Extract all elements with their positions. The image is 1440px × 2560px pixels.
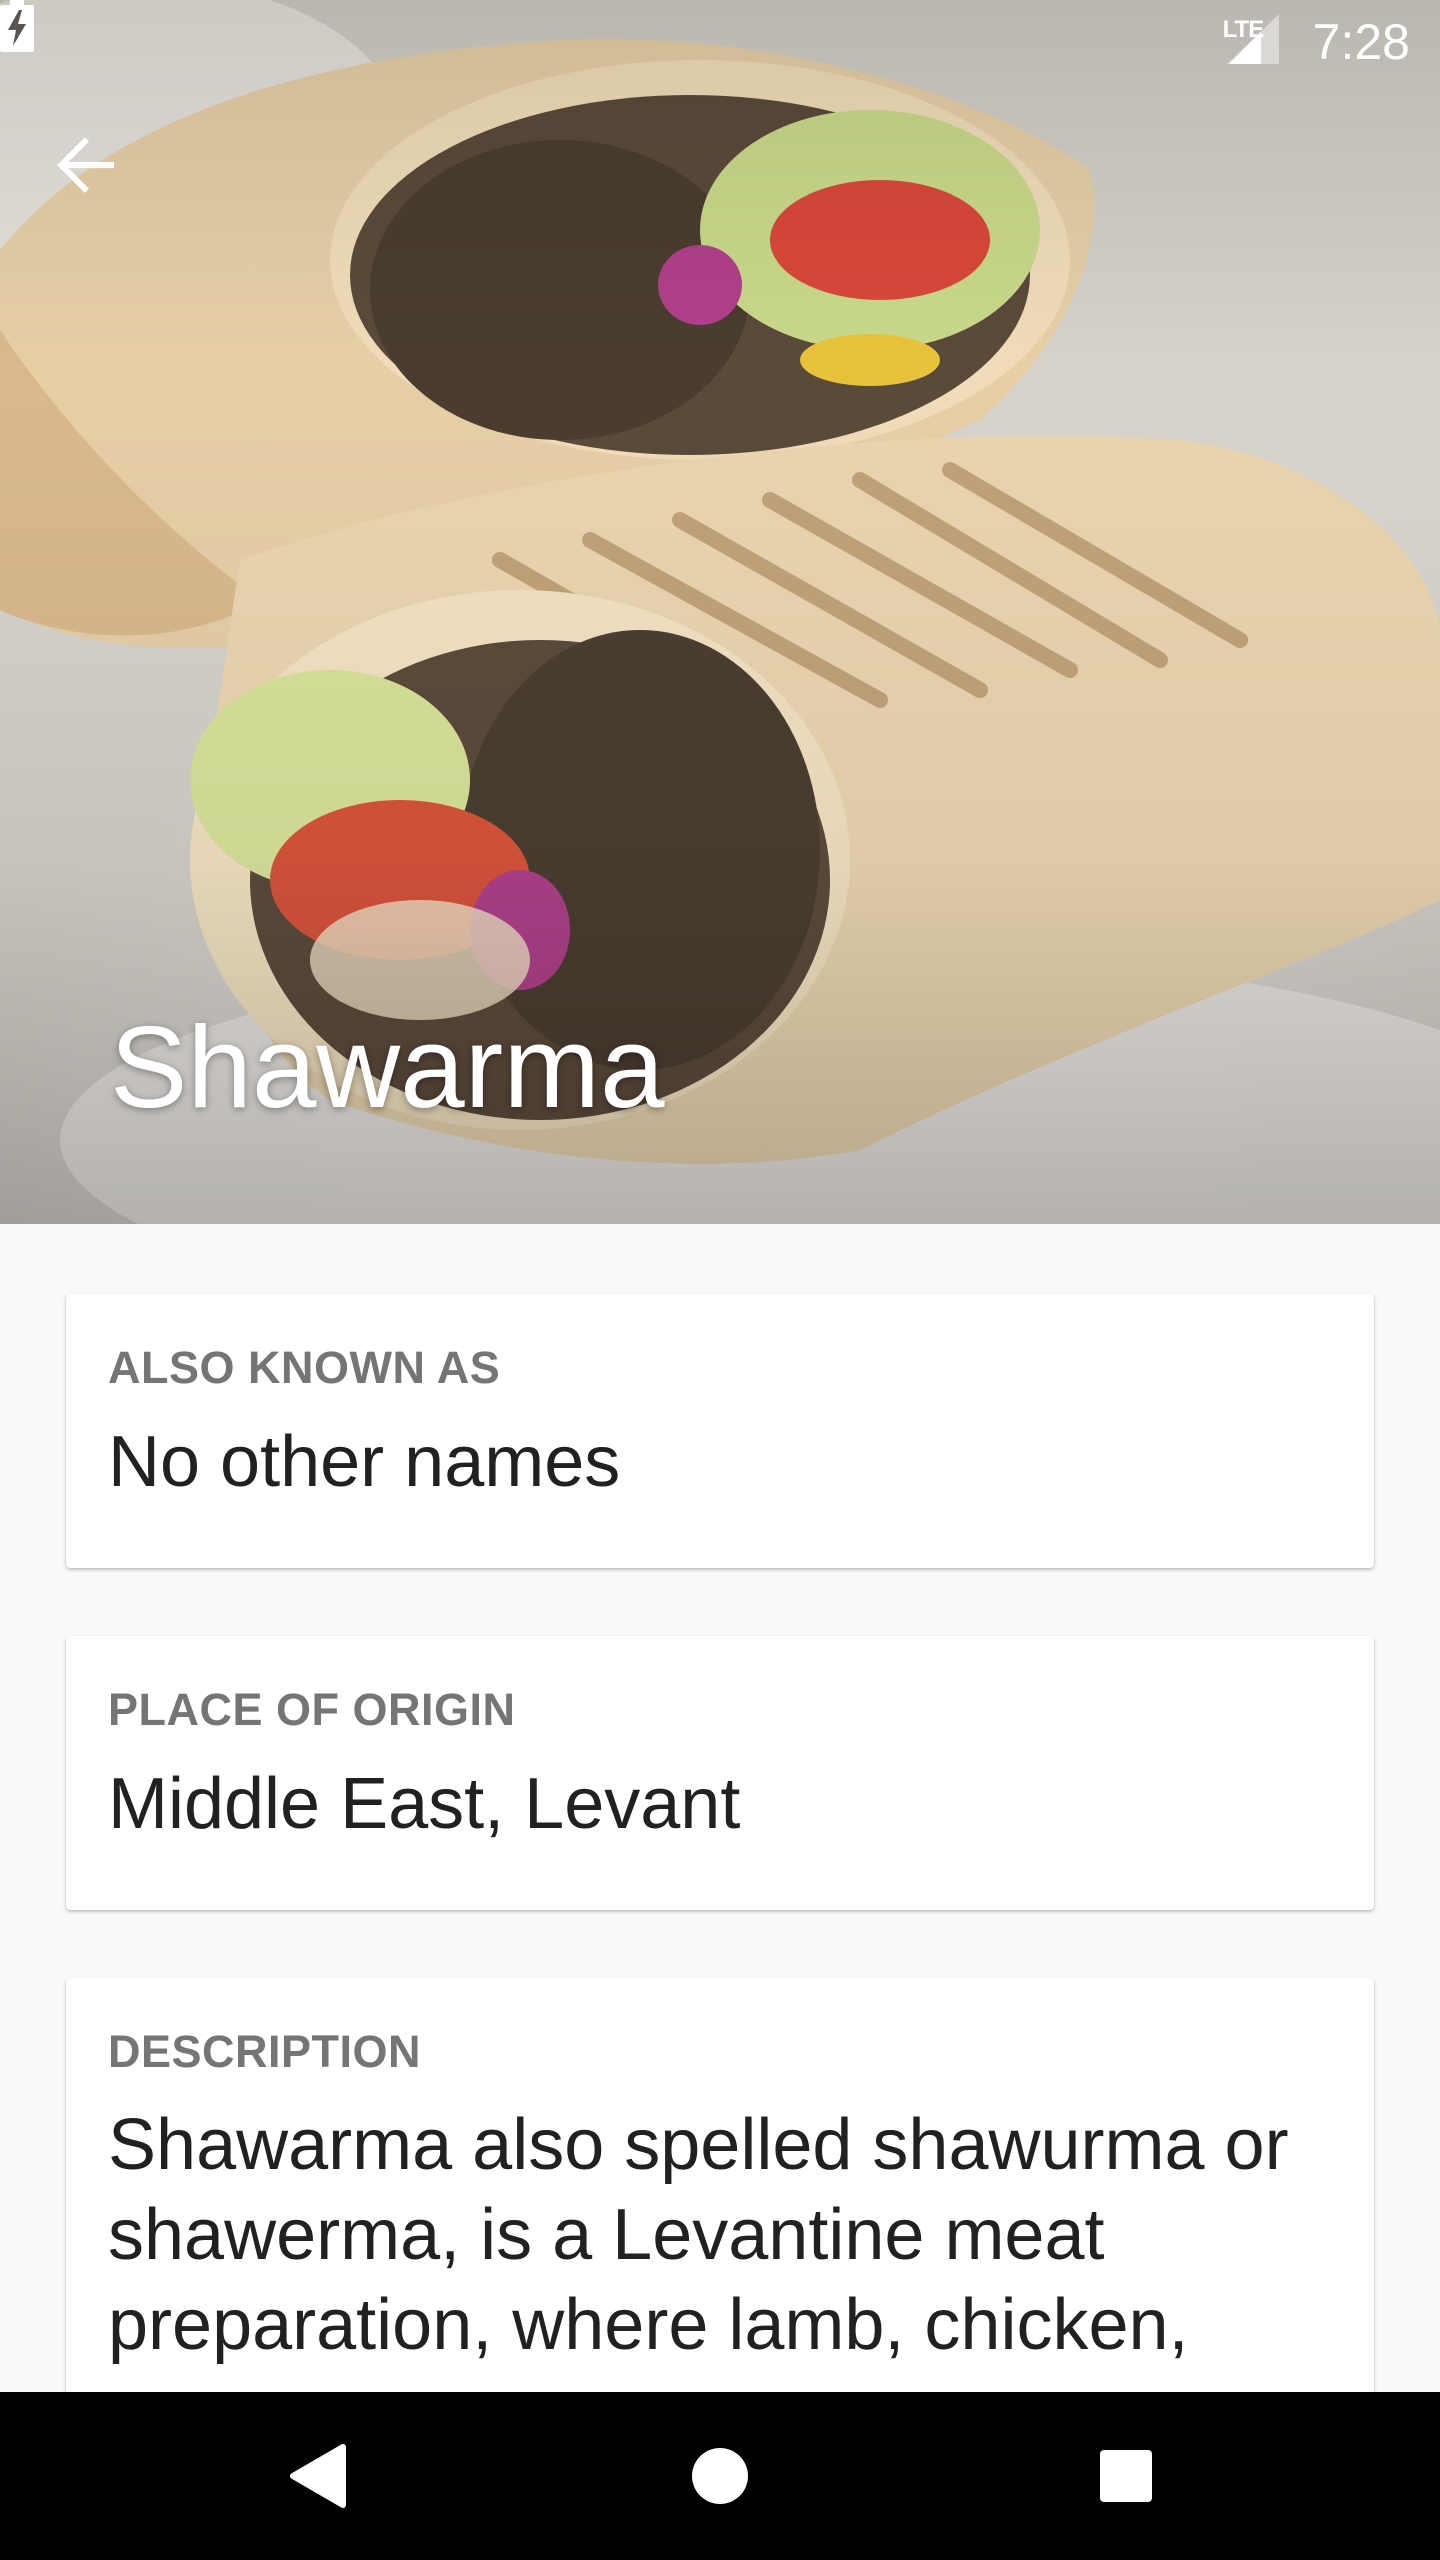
system-navigation-bar [0, 2392, 1440, 2560]
place-of-origin-label: PLACE OF ORIGIN [108, 1684, 516, 1735]
circle-home-icon [692, 2448, 748, 2504]
triangle-back-icon [290, 2444, 346, 2508]
also-known-as-label: ALSO KNOWN AS [108, 1342, 501, 1393]
nav-back-button[interactable] [234, 2392, 402, 2560]
arrow-back-icon [57, 137, 114, 193]
battery-charging-icon [0, 0, 34, 52]
place-of-origin-value: Middle East, Levant [108, 1764, 741, 1844]
also-known-as-card: ALSO KNOWN AS No other names [66, 1294, 1374, 1568]
nav-recents-button[interactable] [1042, 2392, 1210, 2560]
square-recents-icon [1100, 2450, 1152, 2502]
lte-signal-icon: LTE [1223, 14, 1287, 70]
also-known-as-value: No other names [108, 1422, 621, 1502]
screen: LTE 7:28 Shawarma ALSO KNOWN AS No other… [0, 0, 1440, 2560]
nav-home-button[interactable] [636, 2392, 804, 2560]
place-of-origin-card: PLACE OF ORIGIN Middle East, Levant [66, 1636, 1374, 1910]
clock: 7:28 [1312, 14, 1410, 70]
description-label: DESCRIPTION [108, 2026, 422, 2077]
description-value: Shawarma also spelled shawurma or shawer… [108, 2105, 1289, 2365]
status-bar: LTE 7:28 [0, 0, 1440, 84]
header-image: LTE 7:28 Shawarma [0, 0, 1440, 1224]
back-button[interactable] [54, 134, 144, 224]
page-title: Shawarma [110, 1002, 665, 1132]
